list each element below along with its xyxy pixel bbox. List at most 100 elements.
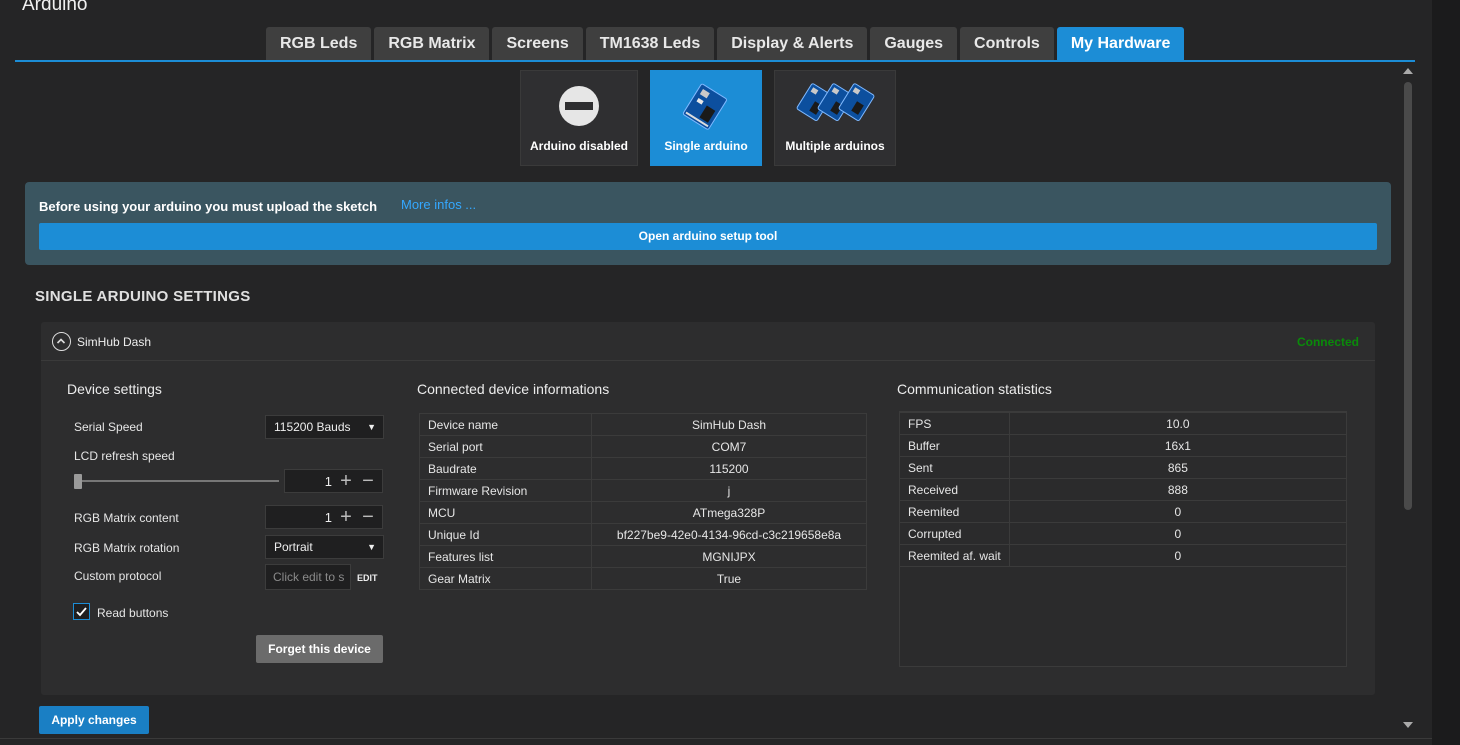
apply-changes-button[interactable]: Apply changes — [39, 706, 149, 734]
rgb-matrix-content-value: 1 — [324, 510, 332, 525]
tab-screens[interactable]: Screens — [492, 27, 583, 60]
disabled-icon — [558, 85, 600, 130]
increment-plus-icon[interactable]: + — [336, 506, 356, 528]
vertical-scrollbar[interactable] — [1400, 66, 1416, 738]
stat-value: 0 — [1008, 544, 1348, 567]
lcd-refresh-slider-thumb[interactable] — [74, 474, 82, 489]
serial-speed-label: Serial Speed — [74, 420, 143, 434]
stat-key: Received — [899, 478, 1010, 501]
serial-speed-select[interactable]: 115200 Bauds ▼ — [265, 415, 384, 439]
dropdown-arrow-icon: ▼ — [367, 542, 376, 552]
collapse-chevron-up-icon[interactable] — [52, 332, 71, 351]
table-row: Buffer 16x1 — [899, 434, 1348, 457]
stat-value: 0 — [1008, 522, 1348, 545]
info-key: Baudrate — [419, 457, 592, 480]
table-row: Baudrate 115200 — [419, 457, 867, 480]
more-infos-link[interactable]: More infos ... — [401, 197, 476, 212]
table-row: Features list MGNIJPX — [419, 545, 867, 568]
rgb-matrix-content-stepper[interactable]: 1 + − — [265, 505, 383, 529]
stat-key: FPS — [899, 412, 1010, 435]
tab-tm1638-leds[interactable]: TM1638 Leds — [585, 27, 715, 60]
device-info-table: Device name SimHub Dash Serial port COM7 B… — [419, 413, 867, 590]
window-edge — [1432, 0, 1460, 745]
device-info-title: Connected device informations — [417, 381, 610, 397]
rgb-matrix-content-label: RGB Matrix content — [74, 511, 179, 525]
dropdown-arrow-icon: ▼ — [367, 422, 376, 432]
decrement-minus-icon[interactable]: − — [358, 506, 378, 528]
lcd-refresh-value: 1 — [324, 474, 332, 489]
stat-value: 888 — [1008, 478, 1348, 501]
scroll-up-arrow-icon[interactable] — [1403, 68, 1413, 74]
tab-rgb-leds[interactable]: RGB Leds — [266, 27, 372, 60]
rgb-matrix-rotation-select[interactable]: Portrait ▼ — [265, 535, 384, 559]
table-row: Sent 865 — [899, 456, 1348, 479]
stats-title: Communication statistics — [897, 381, 1052, 397]
mode-label: Arduino disabled — [529, 139, 628, 153]
info-key: Serial port — [419, 435, 592, 458]
tab-controls[interactable]: Controls — [960, 27, 1054, 60]
forget-device-button[interactable]: Forget this device — [256, 635, 383, 663]
sketch-upload-banner: Before using your arduino you must uploa… — [25, 182, 1391, 265]
scroll-thumb[interactable] — [1404, 82, 1412, 510]
table-row: Unique Id bf227be9-42e0-4134-96cd-c3c2196… — [419, 523, 867, 546]
connection-status: Connected — [1296, 335, 1359, 349]
open-arduino-setup-tool-button[interactable]: Open arduino setup tool — [39, 223, 1377, 250]
table-row: Device name SimHub Dash — [419, 413, 867, 436]
info-value: j — [591, 479, 867, 502]
lcd-refresh-stepper[interactable]: 1 + − — [284, 469, 383, 493]
custom-protocol-input[interactable]: Click edit to s — [265, 564, 351, 590]
scroll-down-arrow-icon[interactable] — [1403, 722, 1413, 728]
tab-gauges[interactable]: Gauges — [870, 27, 958, 60]
mode-multiple-arduinos[interactable]: Multiple arduinos — [774, 70, 896, 166]
increment-plus-icon[interactable]: + — [336, 470, 356, 492]
table-row: Corrupted 0 — [899, 522, 1348, 545]
table-row: Reemited 0 — [899, 500, 1348, 523]
stat-value: 10.0 — [1008, 412, 1348, 435]
mode-label: Single arduino — [664, 139, 748, 153]
info-key: Gear Matrix — [419, 567, 592, 590]
table-row: FPS 10.0 — [899, 412, 1348, 435]
tab-bar: RGB Leds RGB Matrix Screens TM1638 Leds … — [266, 27, 1185, 60]
info-value: ATmega328P — [591, 501, 867, 524]
rgb-matrix-rotation-value: Portrait — [274, 540, 313, 554]
info-key: MCU — [419, 501, 592, 524]
lcd-refresh-label: LCD refresh speed — [74, 449, 175, 463]
bottom-divider — [0, 738, 1432, 739]
decrement-minus-icon[interactable]: − — [358, 470, 378, 492]
multiple-arduino-boards-icon — [792, 79, 878, 134]
stat-key: Reemited — [899, 500, 1010, 523]
table-row: Gear Matrix True — [419, 567, 867, 590]
table-row: Serial port COM7 — [419, 435, 867, 458]
mode-single-arduino[interactable]: Single arduino — [650, 70, 762, 166]
page-title: Arduino — [22, 0, 88, 15]
stats-table: FPS 10.0 Buffer 16x1 Sent 865 Received 888 R… — [899, 412, 1348, 567]
tab-display-alerts[interactable]: Display & Alerts — [717, 27, 868, 60]
mode-arduino-disabled[interactable]: Arduino disabled — [520, 70, 638, 166]
read-buttons-label: Read buttons — [97, 606, 169, 620]
stat-key: Sent — [899, 456, 1010, 479]
table-row: Received 888 — [899, 478, 1348, 501]
device-settings-title: Device settings — [67, 381, 162, 397]
tab-underline — [15, 60, 1415, 62]
table-row: Firmware Revision j — [419, 479, 867, 502]
stat-value: 865 — [1008, 456, 1348, 479]
info-value: COM7 — [591, 435, 867, 458]
table-row: Reemited af. wait 0 — [899, 544, 1348, 567]
banner-text: Before using your arduino you must uploa… — [39, 199, 378, 214]
lcd-refresh-slider-track[interactable] — [78, 480, 279, 482]
tab-my-hardware[interactable]: My Hardware — [1056, 27, 1185, 60]
custom-protocol-label: Custom protocol — [74, 569, 162, 583]
info-value: True — [591, 567, 867, 590]
tab-rgb-matrix[interactable]: RGB Matrix — [374, 27, 490, 60]
custom-protocol-edit-button[interactable]: EDIT — [357, 573, 378, 583]
info-key: Firmware Revision — [419, 479, 592, 502]
serial-speed-value: 115200 Bauds — [274, 420, 351, 434]
table-row: MCU ATmega328P — [419, 501, 867, 524]
read-buttons-checkbox[interactable] — [73, 603, 90, 620]
info-value: SimHub Dash — [591, 413, 867, 436]
info-key: Features list — [419, 545, 592, 568]
info-value: MGNIJPX — [591, 545, 867, 568]
info-value: bf227be9-42e0-4134-96cd-c3c219658e8a — [591, 523, 867, 546]
stat-key: Corrupted — [899, 522, 1010, 545]
mode-label: Multiple arduinos — [785, 139, 885, 153]
